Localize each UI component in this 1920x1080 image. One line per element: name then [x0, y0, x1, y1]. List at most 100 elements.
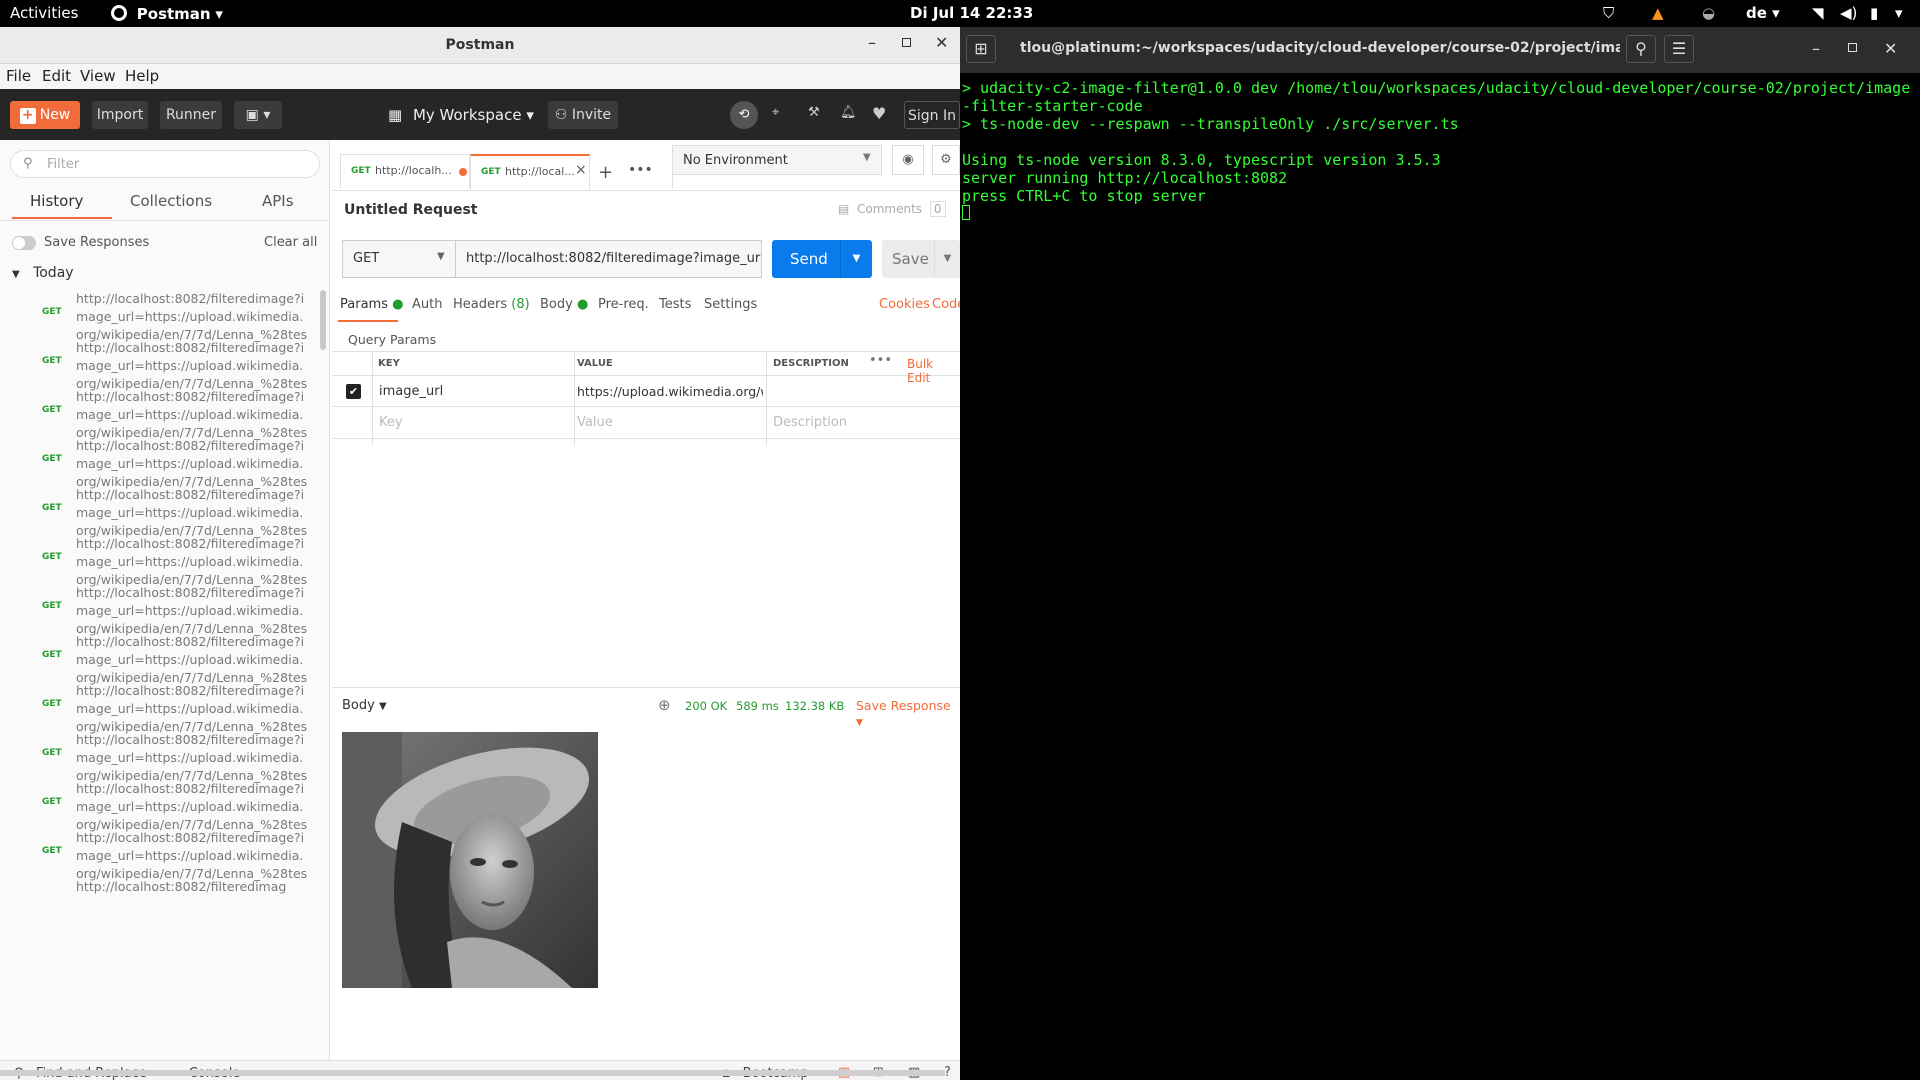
tab-apis[interactable]: APIs — [262, 192, 294, 210]
request-tab[interactable]: GET http://localh... — [340, 154, 470, 188]
column-header-key: KEY — [378, 358, 400, 369]
menu-file[interactable]: File — [6, 67, 31, 85]
url-input[interactable]: http://localhost:8082/filteredimage?imag… — [456, 240, 762, 278]
response-body-select[interactable]: Body ▼ — [342, 698, 387, 713]
history-group-today[interactable]: ▼ Today — [12, 265, 74, 281]
request-tab-active[interactable]: GET http://local... × — [470, 154, 590, 190]
active-tab-indicator — [12, 217, 112, 219]
save-button[interactable]: Save ▼ — [882, 240, 960, 278]
maximize-button[interactable] — [1848, 43, 1857, 52]
history-item[interactable]: http://localhost:8082/filteredimag — [0, 878, 315, 938]
param-value[interactable]: https://upload.wikimedia.org/wik — [577, 384, 763, 399]
method-select[interactable]: GET ▼ — [342, 240, 456, 278]
send-options-chevron-icon[interactable]: ▼ — [840, 240, 872, 278]
new-tab-button[interactable]: + — [598, 162, 613, 183]
menu-bar: File Edit View Help — [0, 64, 960, 89]
new-key-input[interactable]: Key — [379, 415, 403, 430]
tab-method: GET — [351, 166, 371, 176]
tab-prereq[interactable]: Pre-req. — [598, 297, 649, 312]
history-method: GET — [42, 552, 62, 562]
sidebar-scrollbar[interactable] — [320, 290, 326, 350]
menu-view[interactable]: View — [80, 67, 116, 85]
eye-icon[interactable]: ◉ — [892, 145, 924, 175]
hamburger-menu-icon[interactable]: ☰ — [1664, 35, 1694, 63]
horizontal-scrollbar[interactable] — [0, 1070, 945, 1076]
request-name[interactable]: Untitled Request — [344, 202, 478, 218]
history-method: GET — [42, 307, 62, 317]
code-link[interactable]: Code — [932, 297, 960, 312]
tab-auth[interactable]: Auth — [412, 297, 442, 312]
wrench-icon[interactable]: ⚒ — [808, 105, 820, 120]
runner-button[interactable]: Runner — [160, 101, 222, 129]
system-menu-chevron-icon[interactable]: ▾ — [1895, 4, 1903, 22]
shield-icon[interactable]: ⛉ — [1603, 4, 1614, 22]
satellite-icon[interactable]: ⌖ — [772, 105, 779, 120]
terminal-line: > ts-node-dev --respawn --transpileOnly … — [962, 115, 1459, 133]
keyboard-layout[interactable]: de ▾ — [1746, 4, 1780, 22]
maximize-button[interactable] — [902, 38, 911, 47]
table-header-row — [332, 351, 960, 376]
close-button[interactable]: ✕ — [935, 33, 948, 52]
terminal-output[interactable]: > udacity-c2-image-filter@1.0.0 dev /hom… — [960, 73, 1920, 1080]
new-tab-icon[interactable]: ⊞ — [966, 35, 996, 63]
help-icon[interactable]: ? — [944, 1065, 951, 1080]
response-size[interactable]: 132.38 KB — [785, 699, 844, 713]
save-label: Save — [892, 250, 929, 268]
clock[interactable]: Di Jul 14 22:33 — [910, 4, 1033, 22]
cookies-link[interactable]: Cookies — [879, 297, 930, 312]
volume-icon[interactable]: ◀) — [1840, 4, 1857, 22]
close-tab-icon[interactable]: × — [575, 162, 587, 178]
new-window-button[interactable]: ▣ ▾ — [234, 101, 282, 129]
gear-icon[interactable]: ⚙ — [932, 145, 960, 175]
tab-body[interactable]: Body ● — [540, 297, 588, 312]
bell-icon[interactable]: 🔔︎ — [840, 105, 857, 120]
more-options-icon[interactable]: ••• — [869, 353, 892, 368]
invite-button[interactable]: ⚇ Invite — [548, 101, 618, 129]
history-url: http://localhost:8082/filteredimage?imag… — [76, 536, 308, 587]
new-description-input[interactable]: Description — [773, 415, 847, 430]
vlc-icon[interactable]: ▲ — [1652, 4, 1664, 22]
menu-help[interactable]: Help — [125, 67, 159, 85]
tab-headers[interactable]: Headers (8) — [453, 297, 530, 312]
import-button[interactable]: Import — [92, 101, 148, 129]
workspace-switcher[interactable]: ▦ My Workspace ▾ — [388, 106, 534, 124]
response-status[interactable]: 200 OK — [685, 699, 727, 713]
search-icon[interactable]: ⚲ — [1626, 35, 1656, 63]
app-menu[interactable]: Postman ▾ — [110, 4, 223, 23]
param-checkbox[interactable]: ✔ — [346, 384, 361, 399]
response-time[interactable]: 589 ms — [736, 699, 779, 713]
tab-collections[interactable]: Collections — [130, 192, 212, 210]
activities-button[interactable]: Activities — [10, 4, 78, 22]
comments-button[interactable]: ▤ Comments 0 — [838, 201, 946, 217]
tab-settings[interactable]: Settings — [704, 297, 757, 312]
history-method: GET — [42, 748, 62, 758]
tab-tests[interactable]: Tests — [659, 297, 691, 312]
clear-all-button[interactable]: Clear all — [264, 235, 317, 250]
heart-icon[interactable]: ♥ — [872, 104, 886, 123]
minimize-button[interactable]: – — [1812, 39, 1820, 58]
save-options-chevron-icon[interactable]: ▼ — [934, 240, 960, 278]
battery-icon[interactable]: ▮ — [1870, 4, 1878, 22]
new-value-input[interactable]: Value — [577, 415, 613, 430]
param-key[interactable]: image_url — [379, 384, 443, 399]
tab-params[interactable]: Params ● — [340, 297, 403, 312]
save-responses-toggle[interactable] — [12, 236, 36, 250]
more-tabs-icon[interactable]: ••• — [628, 162, 653, 178]
new-button[interactable]: + New — [10, 101, 80, 129]
history-url: http://localhost:8082/filteredimage?imag… — [76, 683, 308, 734]
search-icon: ⚲ — [23, 156, 33, 171]
close-button[interactable]: ✕ — [1884, 39, 1897, 58]
globe-icon[interactable]: ⊕ — [658, 696, 671, 714]
environment-select[interactable]: No Environment ▼ — [672, 145, 882, 175]
signin-button[interactable]: Sign In — [904, 101, 960, 129]
wifi-icon[interactable]: ◥ — [1812, 4, 1824, 22]
send-button[interactable]: Send ▼ — [772, 240, 872, 278]
menu-edit[interactable]: Edit — [42, 67, 71, 85]
grid-icon: ▦ — [388, 106, 403, 124]
minimize-button[interactable]: – — [868, 33, 876, 52]
tab-history[interactable]: History — [30, 192, 83, 210]
filter-input[interactable]: ⚲ Filter — [10, 150, 320, 178]
network-icon[interactable]: ◒ — [1702, 4, 1715, 22]
sync-icon[interactable]: ⟲ — [730, 101, 758, 129]
save-response-button[interactable]: Save Response ▼ — [856, 698, 960, 728]
